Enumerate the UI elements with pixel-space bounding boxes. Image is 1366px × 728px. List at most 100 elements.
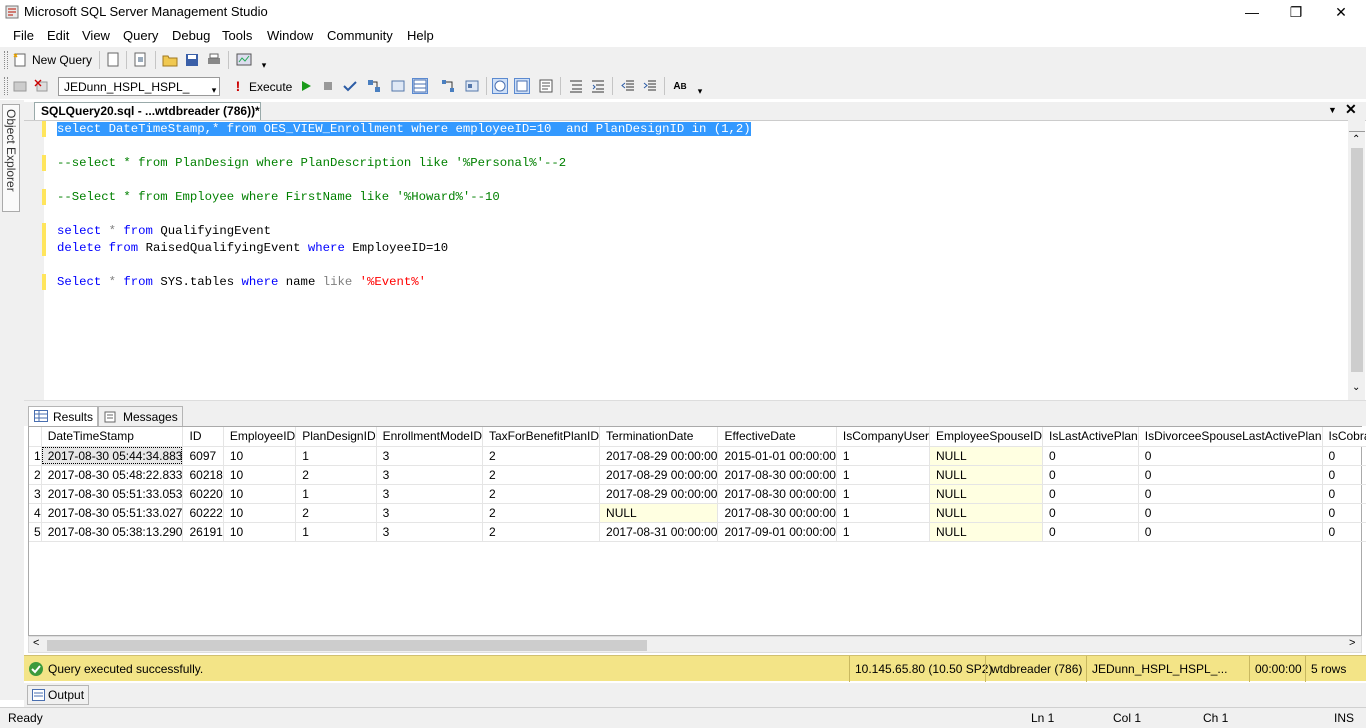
grid-cell[interactable]: 0 xyxy=(1138,484,1323,504)
column-header[interactable]: IsLastActivePlan xyxy=(1042,427,1139,447)
change-connection-icon[interactable] xyxy=(34,78,50,94)
close-button[interactable]: ✕ xyxy=(1318,0,1364,24)
new-file-icon[interactable] xyxy=(105,52,121,68)
grid-cell[interactable]: 0 xyxy=(1322,522,1366,542)
connect-icon[interactable] xyxy=(12,78,28,94)
grid-cell[interactable]: 2 xyxy=(295,503,377,523)
scroll-up-icon[interactable]: ⌃ xyxy=(1352,134,1360,145)
column-header[interactable]: PlanDesignID xyxy=(295,427,377,447)
code-line-10[interactable]: Select * from SYS.tables where name like… xyxy=(57,275,426,289)
code-line-3[interactable]: --select * from PlanDesign where PlanDes… xyxy=(57,156,566,170)
menu-help[interactable]: Help xyxy=(407,28,434,43)
grid-cell[interactable]: 3 xyxy=(376,522,483,542)
uncomment-lines-icon[interactable] xyxy=(590,78,606,94)
menu-community[interactable]: Community xyxy=(327,28,393,43)
grid-cell[interactable]: 3 xyxy=(376,503,483,523)
new-project-icon[interactable] xyxy=(132,52,148,68)
grid-cell[interactable]: 2017-08-30 00:00:00 xyxy=(717,465,837,485)
column-header[interactable]: EnrollmentModeID xyxy=(376,427,483,447)
split-handle[interactable] xyxy=(1349,124,1365,132)
scroll-left-icon[interactable]: < xyxy=(33,637,39,649)
grid-cell[interactable]: 2017-08-30 05:38:13.290 xyxy=(41,522,184,542)
grid-cell[interactable]: 2015-01-01 00:00:00 xyxy=(717,446,837,466)
grid-cell[interactable]: 26191 xyxy=(182,522,224,542)
grid-cell-null[interactable]: NULL xyxy=(929,522,1044,542)
grid-cell[interactable]: 0 xyxy=(1138,446,1323,466)
row-header-corner[interactable] xyxy=(29,427,42,447)
comment-lines-icon[interactable] xyxy=(568,78,584,94)
grid-cell[interactable]: 2017-08-30 00:00:00 xyxy=(717,503,837,523)
grid-cell[interactable]: 0 xyxy=(1322,484,1366,504)
new-query-button[interactable]: New Query xyxy=(32,53,92,67)
row-number[interactable]: 1 xyxy=(29,446,42,466)
grid-cell[interactable]: 0 xyxy=(1042,465,1139,485)
close-tab-icon[interactable]: ✕ xyxy=(1345,101,1357,118)
grid-cell[interactable]: 2017-08-31 00:00:00 xyxy=(599,522,719,542)
grid-cell[interactable]: 0 xyxy=(1042,484,1139,504)
intellisense-icon[interactable] xyxy=(464,78,480,94)
grid-cell[interactable]: 2 xyxy=(482,503,601,523)
grid-cell[interactable]: 2 xyxy=(295,465,377,485)
grid-cell[interactable]: 60222 xyxy=(182,503,224,523)
query-designer-icon[interactable] xyxy=(366,78,382,94)
grid-cell[interactable]: 60218 xyxy=(182,465,224,485)
column-header[interactable]: EmployeeID xyxy=(223,427,297,447)
client-stats-toggle[interactable] xyxy=(514,78,530,94)
chevron-down-icon[interactable]: ▾ xyxy=(206,82,222,98)
tab-sqlquery20[interactable]: SQLQuery20.sql - ...wtdbreader (786))* xyxy=(34,102,261,120)
grid-cell[interactable]: 2 xyxy=(482,522,601,542)
toolbar-grip[interactable] xyxy=(4,77,8,95)
grid-cell[interactable]: 2017-08-29 00:00:00 xyxy=(599,446,719,466)
grid-cell[interactable]: 3 xyxy=(376,446,483,466)
grid-cell[interactable]: 1 xyxy=(836,484,930,504)
cancel-query-icon[interactable] xyxy=(320,78,336,94)
grid-cell[interactable]: 1 xyxy=(836,522,930,542)
code-line-1[interactable]: select DateTimeStamp,* from OES_VIEW_Enr… xyxy=(57,122,751,136)
menu-debug[interactable]: Debug xyxy=(172,28,210,43)
scroll-thumb[interactable] xyxy=(1351,148,1363,372)
editor-vertical-scrollbar[interactable]: ⌃ ⌄ xyxy=(1348,120,1365,400)
query-options-icon[interactable] xyxy=(440,78,456,94)
row-number[interactable]: 3 xyxy=(29,484,42,504)
grid-cell[interactable]: 2017-08-30 00:00:00 xyxy=(717,484,837,504)
grid-cell[interactable]: 10 xyxy=(223,484,297,504)
include-plan-toggle[interactable] xyxy=(492,78,508,94)
grid-cell[interactable]: 1 xyxy=(836,446,930,466)
menu-file[interactable]: File xyxy=(13,28,34,43)
column-header[interactable]: DateTimeStamp xyxy=(41,427,184,447)
object-explorer-tab[interactable]: Object Explorer xyxy=(2,104,20,212)
grid-cell[interactable]: 2017-08-30 05:48:22.833 xyxy=(41,465,184,485)
grid-cell-null[interactable]: NULL xyxy=(929,484,1044,504)
parse-icon[interactable] xyxy=(342,78,358,94)
row-number[interactable]: 4 xyxy=(29,503,42,523)
grid-cell-null[interactable]: NULL xyxy=(929,465,1044,485)
grid-cell[interactable]: 2017-08-29 00:00:00 xyxy=(599,484,719,504)
tab-messages[interactable]: Messages xyxy=(98,406,183,427)
grid-cell[interactable]: 2 xyxy=(482,446,601,466)
toolbar-grip[interactable] xyxy=(4,51,8,69)
column-header[interactable]: IsCompanyUser xyxy=(836,427,930,447)
maximize-button[interactable]: ❐ xyxy=(1273,0,1319,24)
grid-cell[interactable]: 6097 xyxy=(182,446,224,466)
results-to-text-icon[interactable] xyxy=(538,78,554,94)
column-header[interactable]: TerminationDate xyxy=(599,427,719,447)
grid-cell[interactable]: 0 xyxy=(1322,503,1366,523)
debug-icon[interactable] xyxy=(298,78,314,94)
code-line-8[interactable]: delete from RaisedQualifyingEvent where … xyxy=(57,241,448,255)
open-folder-icon[interactable] xyxy=(162,52,178,68)
toolbar-overflow-icon[interactable]: ▾ xyxy=(256,57,272,73)
grid-cell[interactable]: 3 xyxy=(376,484,483,504)
increase-indent-icon[interactable] xyxy=(642,78,658,94)
menu-window[interactable]: Window xyxy=(267,28,313,43)
grid-cell[interactable]: 2 xyxy=(482,465,601,485)
grid-cell[interactable]: 2017-08-30 05:51:33.053 xyxy=(41,484,184,504)
grid-cell[interactable]: 0 xyxy=(1042,446,1139,466)
print-icon[interactable] xyxy=(206,52,222,68)
grid-horizontal-scrollbar[interactable]: < > xyxy=(28,636,1362,653)
grid-cell[interactable]: 1 xyxy=(295,522,377,542)
minimize-button[interactable]: — xyxy=(1229,0,1275,24)
grid-cell[interactable]: 0 xyxy=(1322,446,1366,466)
table-row[interactable]: 1 2017-08-30 05:44:34.883 6097 10 1 3 2 … xyxy=(29,446,1366,466)
table-row[interactable]: 3 2017-08-30 05:51:33.053 60220 10 1 3 2… xyxy=(29,484,1366,504)
execute-button[interactable]: Execute xyxy=(249,80,292,94)
